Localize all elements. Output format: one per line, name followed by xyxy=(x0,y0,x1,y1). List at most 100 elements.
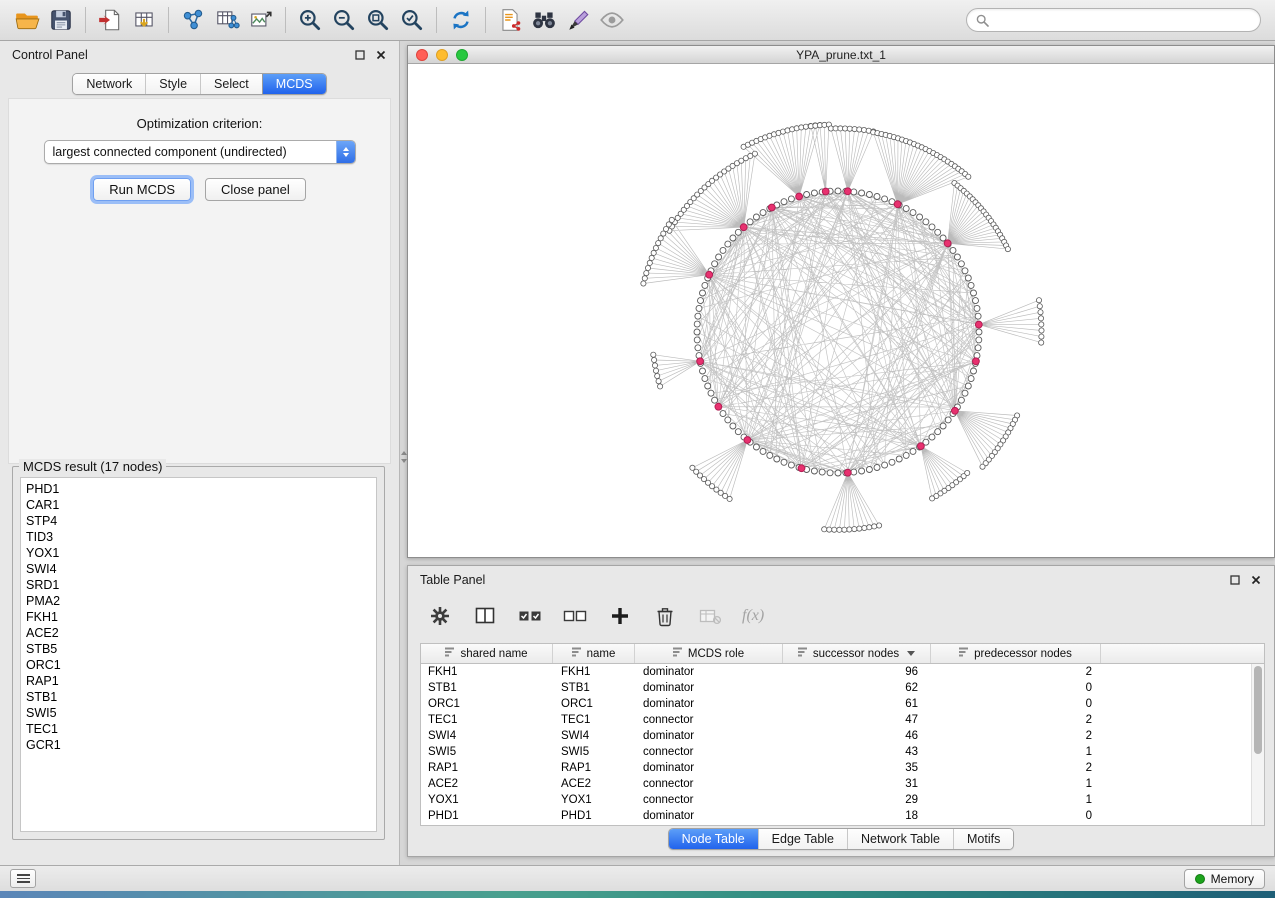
network-node[interactable] xyxy=(695,345,701,351)
mcds-hub-node[interactable] xyxy=(894,201,901,208)
network-leaf-node[interactable] xyxy=(1039,334,1044,339)
zoom-in-button[interactable] xyxy=(293,4,327,36)
zoom-out-button[interactable] xyxy=(327,4,361,36)
table-row[interactable]: FKH1FKH1dominator962 xyxy=(421,664,1251,680)
network-node[interactable] xyxy=(968,282,974,288)
network-leaf-node[interactable] xyxy=(842,527,847,532)
network-node[interactable] xyxy=(712,261,718,267)
table-row[interactable]: PHD1PHD1dominator180 xyxy=(421,808,1251,824)
network-node[interactable] xyxy=(694,337,700,343)
network-leaf-node[interactable] xyxy=(653,245,658,250)
network-leaf-node[interactable] xyxy=(642,276,647,281)
network-node[interactable] xyxy=(929,434,935,440)
mcds-hub-node[interactable] xyxy=(715,403,722,410)
network-node[interactable] xyxy=(851,469,857,475)
network-node[interactable] xyxy=(973,298,979,304)
close-window-icon[interactable] xyxy=(416,49,428,61)
refresh-button[interactable] xyxy=(444,4,478,36)
mcds-result-item[interactable]: STP4 xyxy=(26,513,376,529)
visual-style-button[interactable] xyxy=(561,4,595,36)
network-leaf-node[interactable] xyxy=(852,527,857,532)
export-image-button[interactable] xyxy=(244,4,278,36)
network-node[interactable] xyxy=(971,368,977,374)
network-leaf-node[interactable] xyxy=(832,527,837,532)
save-session-button[interactable] xyxy=(44,4,78,36)
network-node[interactable] xyxy=(968,376,974,382)
mcds-result-item[interactable]: FKH1 xyxy=(26,609,376,625)
column-view-button[interactable] xyxy=(472,603,498,629)
network-node[interactable] xyxy=(694,329,700,335)
network-leaf-node[interactable] xyxy=(1039,328,1044,333)
network-node[interactable] xyxy=(866,192,872,198)
network-node[interactable] xyxy=(962,390,968,396)
mcds-hub-node[interactable] xyxy=(975,321,982,328)
network-leaf-node[interactable] xyxy=(1037,304,1042,309)
network-leaf-node[interactable] xyxy=(653,368,658,373)
zoom-selected-button[interactable] xyxy=(395,4,429,36)
network-node[interactable] xyxy=(747,219,753,225)
column-header-predecessor-nodes[interactable]: predecessor nodes xyxy=(931,644,1101,663)
network-node[interactable] xyxy=(716,254,722,260)
network-node[interactable] xyxy=(827,470,833,476)
control-tab-style[interactable]: Style xyxy=(145,74,200,94)
function-builder-button[interactable]: f(x) xyxy=(742,607,764,625)
network-node[interactable] xyxy=(725,241,731,247)
network-leaf-node[interactable] xyxy=(1036,298,1041,303)
close-panel-button[interactable]: Close panel xyxy=(205,178,306,201)
network-node[interactable] xyxy=(702,282,708,288)
network-leaf-node[interactable] xyxy=(1005,247,1010,252)
network-node[interactable] xyxy=(705,383,711,389)
mcds-result-item[interactable]: GCR1 xyxy=(26,737,376,753)
network-node[interactable] xyxy=(804,192,810,198)
network-leaf-node[interactable] xyxy=(980,464,985,469)
table-tab-network-table[interactable]: Network Table xyxy=(847,829,953,849)
mcds-hub-node[interactable] xyxy=(844,188,851,195)
network-node[interactable] xyxy=(700,290,706,296)
network-node[interactable] xyxy=(940,423,946,429)
network-node[interactable] xyxy=(753,214,759,220)
select-all-rows-button[interactable] xyxy=(517,603,543,629)
network-node[interactable] xyxy=(788,196,794,202)
network-leaf-node[interactable] xyxy=(652,363,657,368)
table-row[interactable]: TEC1TEC1connector472 xyxy=(421,712,1251,728)
network-leaf-node[interactable] xyxy=(1038,316,1043,321)
table-row[interactable]: YOX1YOX1connector291 xyxy=(421,792,1251,808)
mcds-result-item[interactable]: STB5 xyxy=(26,641,376,657)
network-node[interactable] xyxy=(760,210,766,216)
network-node[interactable] xyxy=(851,189,857,195)
network-node[interactable] xyxy=(935,429,941,435)
network-node[interactable] xyxy=(917,214,923,220)
scrollbar-thumb[interactable] xyxy=(1254,666,1262,754)
mcds-result-list[interactable]: PHD1CAR1STP4TID3YOX1SWI4SRD1PMA2FKH1ACE2… xyxy=(20,477,377,832)
mcds-result-item[interactable]: RAP1 xyxy=(26,673,376,689)
mcds-hub-node[interactable] xyxy=(822,188,829,195)
network-node[interactable] xyxy=(835,470,841,476)
network-leaf-node[interactable] xyxy=(645,265,650,270)
mcds-hub-node[interactable] xyxy=(952,407,959,414)
network-leaf-node[interactable] xyxy=(651,352,656,357)
network-node[interactable] xyxy=(874,465,880,471)
network-node[interactable] xyxy=(910,210,916,216)
network-node[interactable] xyxy=(975,313,981,319)
network-canvas[interactable] xyxy=(408,64,1274,557)
network-leaf-node[interactable] xyxy=(827,527,832,532)
network-leaf-node[interactable] xyxy=(847,527,852,532)
network-node[interactable] xyxy=(698,298,704,304)
mcds-hub-node[interactable] xyxy=(944,240,951,247)
float-window-icon[interactable] xyxy=(1229,574,1241,586)
table-row[interactable]: ACE2ACE2connector311 xyxy=(421,776,1251,792)
network-node[interactable] xyxy=(788,462,794,468)
network-leaf-node[interactable] xyxy=(669,217,674,222)
table-row[interactable]: SWI4SWI4dominator462 xyxy=(421,728,1251,744)
network-node[interactable] xyxy=(965,383,971,389)
network-node[interactable] xyxy=(974,305,980,311)
network-node[interactable] xyxy=(874,194,880,200)
network-node[interactable] xyxy=(720,411,726,417)
network-leaf-node[interactable] xyxy=(647,260,652,265)
run-mcds-button[interactable]: Run MCDS xyxy=(93,178,191,201)
control-tab-select[interactable]: Select xyxy=(200,74,262,94)
network-node[interactable] xyxy=(950,247,956,253)
table-tab-node-table[interactable]: Node Table xyxy=(669,829,758,849)
network-node[interactable] xyxy=(730,423,736,429)
mcds-result-item[interactable]: STB1 xyxy=(26,689,376,705)
